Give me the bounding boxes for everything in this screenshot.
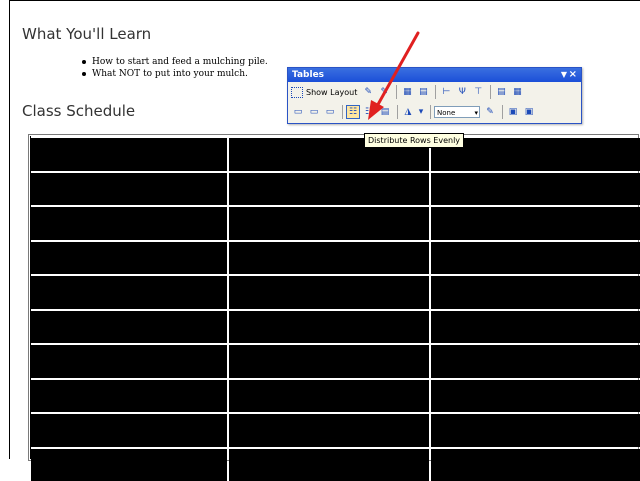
- toolbar-title: Tables: [292, 70, 324, 80]
- table-cell[interactable]: [229, 207, 429, 240]
- toolbar-separator: [342, 105, 343, 119]
- table-cell[interactable]: [31, 173, 227, 206]
- table-cell[interactable]: [229, 414, 429, 447]
- table-cell[interactable]: [431, 311, 640, 344]
- table-cell[interactable]: [229, 311, 429, 344]
- table-cell[interactable]: [31, 138, 227, 171]
- fill-down-icon[interactable]: ▣: [506, 105, 520, 119]
- table-cell[interactable]: [31, 414, 227, 447]
- show-layout-icon: [291, 87, 303, 98]
- table-cell[interactable]: [31, 449, 227, 481]
- table-cell[interactable]: [31, 276, 227, 309]
- toolbar-row-2: ▭ ▭ ▭ ☷ ☷ ▤ ◮ ▾ None ✎ ▣ ▣: [288, 102, 581, 122]
- merge-cells-icon[interactable]: ⊤: [471, 85, 485, 99]
- table-cell[interactable]: [31, 207, 227, 240]
- table-cell[interactable]: [229, 380, 429, 413]
- split-cells-icon[interactable]: Ψ: [455, 85, 469, 99]
- heading-class-schedule: Class Schedule: [22, 102, 135, 120]
- table-autoformat-icon[interactable]: ✎: [483, 105, 497, 119]
- table-grid-icon[interactable]: ▦: [510, 85, 524, 99]
- table-cell[interactable]: [431, 345, 640, 378]
- distribute-rows-icon[interactable]: ☷: [346, 105, 360, 119]
- toolbar-row-1: Show Layout ✎ ✎ ▦ ▤ ⊢ Ψ ⊤ ▤ ▦: [288, 82, 581, 102]
- tables-toolbar[interactable]: Tables ▼ × Show Layout ✎ ✎ ▦ ▤ ⊢ Ψ ⊤ ▤ ▦…: [287, 67, 582, 124]
- toolbar-separator: [490, 85, 491, 99]
- table-cell[interactable]: [431, 207, 640, 240]
- table-cell[interactable]: [431, 380, 640, 413]
- align-top-icon[interactable]: ▭: [291, 105, 305, 119]
- table-cell[interactable]: [229, 276, 429, 309]
- table-cell[interactable]: [431, 242, 640, 275]
- align-bottom-icon[interactable]: ▭: [323, 105, 337, 119]
- table-cell[interactable]: [431, 276, 640, 309]
- table-cell[interactable]: [229, 242, 429, 275]
- toolbar-separator: [430, 105, 431, 119]
- table-cell[interactable]: [431, 449, 640, 481]
- close-icon[interactable]: ×: [569, 68, 577, 82]
- table-cell[interactable]: [31, 311, 227, 344]
- show-layout-label: Show Layout: [306, 88, 357, 97]
- border-style-select[interactable]: None: [434, 106, 480, 118]
- table-cell[interactable]: [31, 242, 227, 275]
- table-cell[interactable]: [229, 345, 429, 378]
- fill-right-icon[interactable]: ▣: [522, 105, 536, 119]
- toolbar-separator: [435, 85, 436, 99]
- list-item: How to start and feed a mulching pile.: [78, 56, 268, 68]
- table-cell[interactable]: [431, 414, 640, 447]
- schedule-table[interactable]: [30, 136, 638, 459]
- heading-what-youll-learn: What You'll Learn: [22, 25, 151, 43]
- red-arrow-annotation: [360, 30, 430, 120]
- toolbar-titlebar[interactable]: Tables ▼ ×: [288, 68, 581, 82]
- table-cell[interactable]: [229, 173, 429, 206]
- list-item: What NOT to put into your mulch.: [78, 68, 268, 80]
- insert-column-icon[interactable]: ⊢: [439, 85, 453, 99]
- toolbar-separator: [502, 105, 503, 119]
- table-cell[interactable]: [31, 380, 227, 413]
- toolbar-options-icon[interactable]: ▼: [561, 68, 567, 82]
- table-cell[interactable]: [431, 173, 640, 206]
- table-cell[interactable]: [229, 449, 429, 481]
- table-cell[interactable]: [31, 345, 227, 378]
- show-layout-button[interactable]: Show Layout: [291, 87, 357, 98]
- learn-list: How to start and feed a mulching pile. W…: [78, 56, 268, 80]
- tooltip: Distribute Rows Evenly: [364, 133, 464, 148]
- align-middle-icon[interactable]: ▭: [307, 105, 321, 119]
- insert-table-icon[interactable]: ▤: [494, 85, 508, 99]
